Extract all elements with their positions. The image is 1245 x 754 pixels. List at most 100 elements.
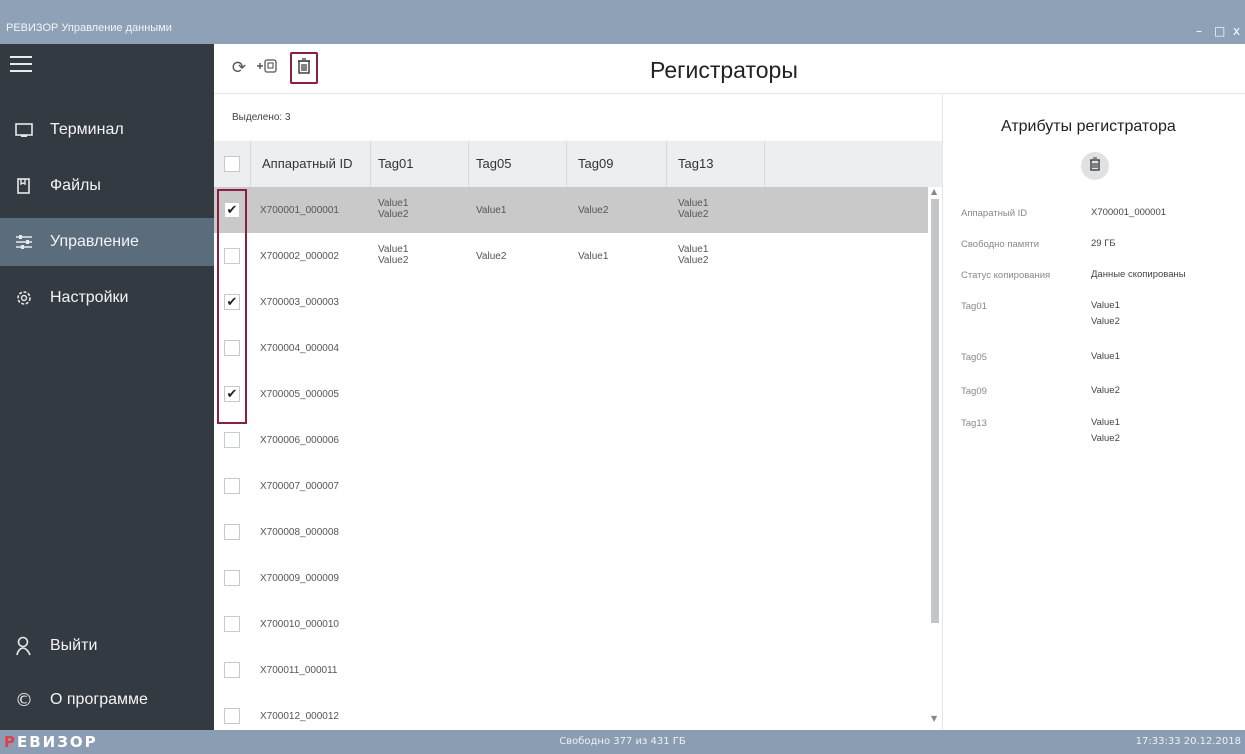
selected-count: Выделено: 3 (232, 112, 291, 123)
cell-tag13: Value1 Value2 (678, 198, 709, 220)
sidebar-item-logout[interactable]: Выйти (0, 622, 214, 670)
row-checkbox[interactable] (224, 616, 240, 632)
close-button[interactable]: x (1233, 24, 1240, 38)
column-header[interactable]: Tag01 (378, 156, 413, 171)
cell-tag05: Value1 (476, 205, 507, 216)
row-checkbox[interactable] (224, 432, 240, 448)
table-row[interactable]: X700009_000009 (214, 555, 928, 601)
cell-tag01: Value1 Value2 (378, 244, 409, 266)
scroll-up-icon[interactable]: ▲ (931, 187, 937, 196)
cell-tag13: Value1 Value2 (678, 244, 709, 266)
cell-id: X700008_000008 (260, 527, 339, 538)
table-row[interactable]: X700006_000006 (214, 417, 928, 463)
sidebar-item-label: Терминал (50, 121, 124, 138)
cell-tag05: Value2 (476, 251, 507, 262)
attr-value: X700001_000001 (1091, 207, 1167, 218)
refresh-button[interactable]: ⟳ (226, 54, 252, 82)
status-bar: РЕВИЗОР Свободно 377 из 431 ГБ 17:33:33 … (0, 730, 1245, 754)
trash-icon (1089, 157, 1101, 175)
cell-id: X700001_000001 (260, 205, 339, 216)
copyright-icon: © (15, 689, 33, 711)
table-row[interactable]: X700004_000004 (214, 325, 928, 371)
sidebar-item-terminal[interactable]: Терминал (0, 106, 214, 154)
cell-tag09: Value1 (578, 251, 609, 262)
maximize-button[interactable]: □ (1214, 24, 1225, 38)
table-scrollbar[interactable]: ▲ ▼ (928, 187, 942, 730)
minimize-button[interactable]: – (1196, 24, 1202, 38)
column-header[interactable]: Tag09 (578, 156, 613, 171)
window-title: РЕВИЗОР Управление данными (6, 22, 172, 34)
table-row[interactable]: ✔ X700003_000003 (214, 279, 928, 325)
table-header: Аппаратный ID Tag01 Tag05 Tag09 Tag13 (214, 141, 942, 187)
table-row[interactable]: X700011_000011 (214, 647, 928, 693)
free-space: Свободно 377 из 431 ГБ (559, 736, 686, 747)
table-row[interactable]: X700002_000002 Value1 Value2 Value2 Valu… (214, 233, 928, 279)
sidebar-item-files[interactable]: Файлы (0, 162, 214, 210)
attr-key: Tag05 (961, 352, 987, 363)
cell-id: X700010_000010 (260, 619, 339, 630)
cell-id: X700005_000005 (260, 389, 339, 400)
sidebar-item-label: О программе (50, 691, 148, 708)
sliders-icon (12, 230, 36, 254)
attr-key: Статус копирования (961, 270, 1051, 281)
cell-id: X700006_000006 (260, 435, 339, 446)
sidebar-item-management[interactable]: Управление (0, 218, 214, 266)
row-checkbox[interactable] (224, 708, 240, 724)
sidebar-item-settings[interactable]: Настройки (0, 274, 214, 322)
attr-key: Свободно памяти (961, 239, 1040, 250)
attr-value: Value1 (1091, 351, 1120, 362)
attributes-delete-button[interactable] (1081, 152, 1109, 180)
attr-key: Tag01 (961, 301, 987, 312)
user-icon (12, 634, 36, 658)
sidebar: Терминал Файлы Управление Настройки Выйт… (0, 44, 214, 730)
sidebar-item-label: Настройки (50, 289, 129, 306)
device-table: ✔ X700001_000001 Value1 Value2 Value1 Va… (214, 187, 928, 730)
row-checkbox[interactable] (224, 570, 240, 586)
sidebar-item-label: Файлы (50, 177, 101, 194)
column-header[interactable]: Аппаратный ID (262, 156, 353, 171)
title-bar: РЕВИЗОР Управление данными – □ x (0, 0, 1245, 44)
cell-tag01: Value1 Value2 (378, 198, 409, 220)
attr-key: Аппаратный ID (961, 208, 1028, 219)
cell-id: X700004_000004 (260, 343, 339, 354)
row-checkbox[interactable] (224, 478, 240, 494)
table-row[interactable]: X700007_000007 (214, 463, 928, 509)
files-icon (12, 174, 36, 198)
scroll-thumb[interactable] (931, 199, 939, 623)
attr-value: Value2 (1091, 385, 1120, 396)
column-header[interactable]: Tag13 (678, 156, 713, 171)
table-row[interactable]: ✔ X700001_000001 Value1 Value2 Value1 Va… (214, 187, 928, 233)
select-all-checkbox[interactable] (224, 156, 240, 172)
sidebar-item-label: Выйти (50, 637, 98, 654)
table-row[interactable]: X700012_000012 (214, 693, 928, 730)
checkbox-highlight-frame (217, 189, 247, 424)
cell-id: X700007_000007 (260, 481, 339, 492)
attr-value: Данные скопированы (1091, 269, 1186, 280)
refresh-icon: ⟳ (231, 58, 247, 78)
add-device-icon (256, 58, 278, 79)
cell-id: X700011_000011 (260, 665, 338, 676)
table-row[interactable]: ✔ X700005_000005 (214, 371, 928, 417)
scroll-down-icon[interactable]: ▼ (931, 714, 937, 723)
table-row[interactable]: X700008_000008 (214, 509, 928, 555)
cell-id: X700009_000009 (260, 573, 339, 584)
cell-tag09: Value2 (578, 205, 609, 216)
sidebar-item-label: Управление (50, 233, 139, 250)
attributes-panel: Атрибуты регистратора Аппаратный ID X700… (942, 94, 1245, 730)
add-device-button[interactable] (254, 54, 280, 82)
delete-button[interactable] (290, 52, 318, 84)
row-checkbox[interactable] (224, 524, 240, 540)
attr-key: Tag09 (961, 386, 987, 397)
column-header[interactable]: Tag05 (476, 156, 511, 171)
hamburger-menu-icon[interactable] (10, 56, 32, 74)
cell-id: X700012_000012 (260, 711, 339, 722)
sidebar-item-about[interactable]: © О программе (0, 676, 214, 724)
attributes-title: Атрибуты регистратора (1001, 118, 1176, 135)
terminal-icon (12, 118, 36, 142)
trash-icon (297, 57, 311, 79)
table-row[interactable]: X700010_000010 (214, 601, 928, 647)
clock: 17:33:33 20.12.2018 (1135, 736, 1241, 747)
gear-icon (12, 286, 36, 310)
row-checkbox[interactable] (224, 662, 240, 678)
toolbar: ⟳ Регистраторы (214, 44, 1245, 94)
